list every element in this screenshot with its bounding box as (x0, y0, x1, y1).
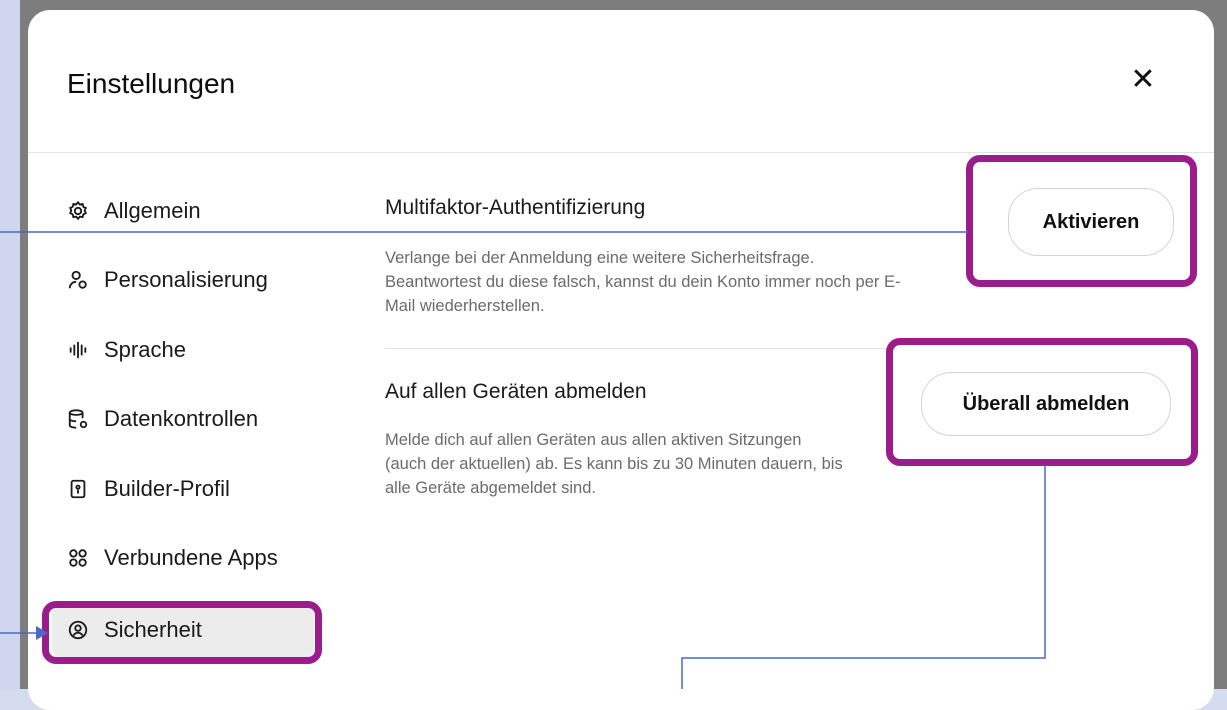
connector-line-logout (681, 465, 1046, 689)
arrowhead-icon (36, 626, 48, 640)
annotation-connectors (0, 231, 1046, 689)
